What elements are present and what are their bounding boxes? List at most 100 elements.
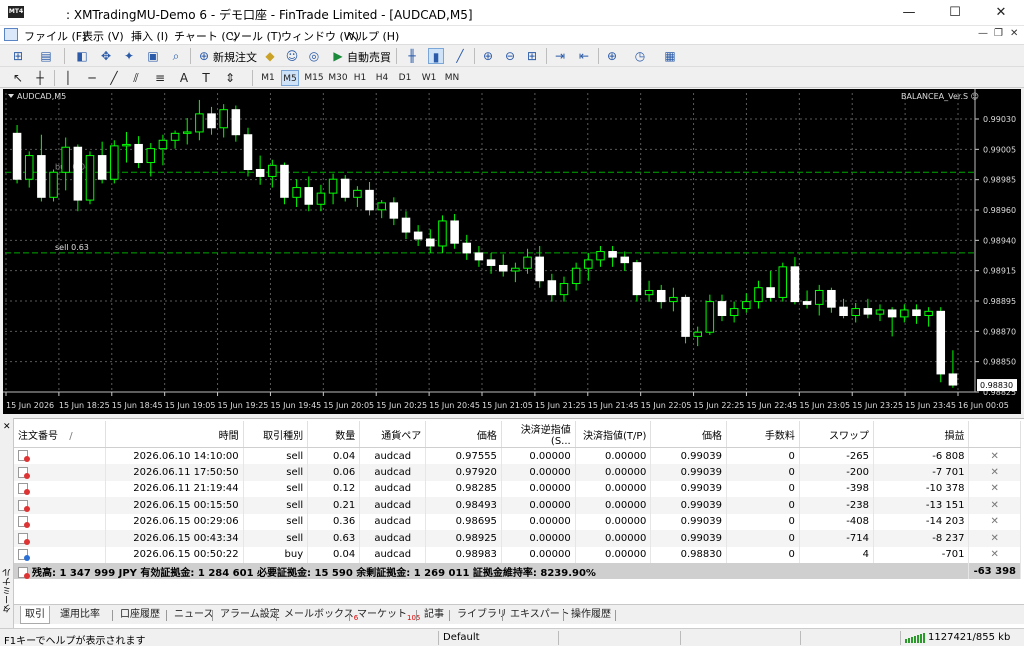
timeframe-w1[interactable]: W1 (419, 70, 439, 86)
new-order-button[interactable]: 新規注文 (213, 49, 257, 65)
col-size[interactable]: 数量 (307, 421, 361, 448)
col-time[interactable]: 時間 (105, 421, 244, 448)
menu-chart[interactable]: チャート (C) (174, 28, 238, 44)
col-commission[interactable]: 手数料 (726, 421, 800, 448)
maximize-button[interactable]: ☐ (932, 0, 978, 26)
chart-window[interactable]: 0.99030 0.99005 0.98985 0.98960 0.98940 0.989… (3, 89, 1021, 414)
signals-icon[interactable]: ◎ (306, 48, 322, 64)
zoom-in-icon[interactable]: ⊕ (480, 48, 496, 64)
timeframe-m15[interactable]: M15 (303, 70, 325, 86)
vertical-line-icon[interactable]: │ (60, 70, 76, 86)
timeframe-mn[interactable]: MN (442, 70, 462, 86)
chart-window-icon[interactable] (4, 28, 18, 41)
col-sl[interactable]: 決済逆指値(S... (501, 421, 576, 448)
col-tp[interactable]: 決済指値(T/P) (575, 421, 652, 448)
zoom-out-icon[interactable]: ⊖ (502, 48, 518, 64)
col-price[interactable]: 価格 (425, 421, 502, 448)
mdi-restore-icon[interactable]: ❐ (994, 28, 1003, 39)
menu-insert[interactable]: 挿入 (I) (131, 28, 168, 44)
tab-news[interactable]: ニュース (170, 606, 218, 624)
separator (598, 48, 599, 64)
menu-file[interactable]: ファイル (F) (24, 28, 86, 44)
col-profit[interactable]: 損益 (873, 421, 970, 448)
col-current-price[interactable]: 価格 (650, 421, 727, 448)
bear-candle (413, 231, 423, 240)
close-order-icon[interactable]: ✕ (991, 467, 999, 478)
menu-tools[interactable]: ツール (T) (230, 28, 282, 44)
mdi-close-icon[interactable]: ✕ (1010, 28, 1018, 39)
order-row[interactable]: 2026.06.15 00:43:34 sell 0.63 audcad 0.98925… (14, 530, 1021, 547)
order-row[interactable]: 2026.06.15 00:50:22 buy 0.04 audcad 0.98983 0… (14, 546, 1021, 563)
close-order-icon[interactable]: ✕ (991, 483, 999, 494)
col-swap[interactable]: スワップ (799, 421, 874, 448)
label-icon[interactable]: T (198, 70, 214, 86)
tab-journal[interactable]: 操作履歴 (567, 606, 615, 624)
order-row[interactable]: 2026.06.15 00:29:06 sell 0.36 audcad 0.98695… (14, 513, 1021, 530)
autoscroll-icon[interactable]: ⇥ (552, 48, 568, 64)
close-order-icon[interactable]: ✕ (991, 500, 999, 511)
timeframe-h1[interactable]: H1 (351, 70, 369, 86)
auto-trading-button[interactable]: 自動売買 (347, 49, 391, 65)
timeframe-d1[interactable]: D1 (396, 70, 414, 86)
new-chart-icon[interactable]: ⊞ (10, 48, 26, 64)
candlestick-chart-icon[interactable]: ▮ (428, 48, 444, 64)
templates-icon[interactable]: ▦ (662, 48, 678, 64)
order-row[interactable]: 2026.06.15 00:15:50 sell 0.21 audcad 0.98493… (14, 497, 1021, 514)
mdi-minimize-icon[interactable]: — (978, 28, 988, 39)
connection-status-icon (905, 633, 925, 643)
chart-shift-icon[interactable]: ⇤ (576, 48, 592, 64)
tab-alerts[interactable]: アラーム設定 (216, 606, 284, 624)
order-time-cell: 2026.06.15 00:43:34 (105, 530, 244, 547)
metaeditor-icon[interactable]: ◆ (262, 48, 278, 64)
tab-exposure[interactable]: 運用比率 (56, 606, 104, 624)
tile-windows-icon[interactable]: ⊞ (524, 48, 540, 64)
col-symbol[interactable]: 通貨ペア (359, 421, 427, 448)
profiles-icon[interactable]: ▤ (38, 48, 54, 64)
timeframe-m30[interactable]: M30 (327, 70, 349, 86)
order-row[interactable]: 2026.06.10 14:10:00 sell 0.04 audcad 0.97555… (14, 447, 1021, 464)
close-order-icon[interactable]: ✕ (991, 533, 999, 544)
close-order-icon[interactable]: ✕ (991, 516, 999, 527)
timeframe-h4[interactable]: H4 (373, 70, 391, 86)
order-row[interactable]: 2026.06.11 21:19:44 sell 0.12 audcad 0.98285… (14, 480, 1021, 497)
auto-trading-icon[interactable]: ▶ (330, 48, 346, 64)
tab-market[interactable]: マーケット105 (353, 606, 424, 624)
new-order-icon[interactable]: ⊕ (196, 48, 212, 64)
order-row[interactable]: 2026.06.11 17:50:50 sell 0.06 audcad 0.97920… (14, 464, 1021, 481)
cursor-icon[interactable]: ↖ (10, 70, 26, 86)
tab-account-history[interactable]: 口座履歴 (116, 606, 164, 624)
text-icon[interactable]: A (176, 70, 192, 86)
close-button[interactable]: ✕ (978, 0, 1024, 26)
navigator-icon[interactable]: ✦ (121, 48, 137, 64)
periods-icon[interactable]: ◷ (632, 48, 648, 64)
menu-help[interactable]: ヘルプ (H) (346, 28, 399, 44)
timeframe-m5[interactable]: M5 (281, 70, 299, 86)
col-type[interactable]: 取引種別 (243, 421, 309, 448)
data-window-icon[interactable]: ✥ (98, 48, 114, 64)
status-profile[interactable]: Default (443, 632, 480, 643)
bar-chart-icon[interactable]: ╫ (404, 48, 420, 64)
bear-candle (656, 289, 666, 303)
terminal-icon[interactable]: ▣ (145, 48, 161, 64)
close-order-icon[interactable]: ✕ (991, 549, 999, 560)
candlestick-chart[interactable]: 0.99030 0.99005 0.98985 0.98960 0.98940 0.989… (3, 89, 1021, 414)
strategy-tester-icon[interactable]: ⌕ (168, 48, 184, 64)
channel-icon[interactable]: ⫽ (128, 70, 144, 86)
crosshair-icon[interactable]: ┼ (32, 70, 48, 86)
line-chart-icon[interactable]: ╱ (452, 48, 468, 64)
tab-trade[interactable]: 取引 (20, 606, 50, 624)
terminal-close-icon[interactable]: ✕ (3, 422, 11, 432)
horizontal-line-icon[interactable]: ─ (84, 70, 100, 86)
close-order-icon[interactable]: ✕ (991, 451, 999, 462)
arrows-icon[interactable]: ⇕ (222, 70, 238, 86)
col-ticket[interactable]: 注文番号 / (14, 421, 106, 448)
menu-view[interactable]: 表示 (V) (82, 28, 124, 44)
timeframe-m1[interactable]: M1 (259, 70, 277, 86)
trendline-icon[interactable]: ╱ (106, 70, 122, 86)
community-icon[interactable]: ☺ (284, 48, 300, 64)
fibonacci-icon[interactable]: ≡ (152, 70, 168, 86)
market-watch-icon[interactable]: ◧ (74, 48, 90, 64)
indicators-icon[interactable]: ⊕ (604, 48, 620, 64)
tab-articles[interactable]: 記事 (420, 606, 448, 624)
minimize-button[interactable]: — (886, 0, 932, 26)
